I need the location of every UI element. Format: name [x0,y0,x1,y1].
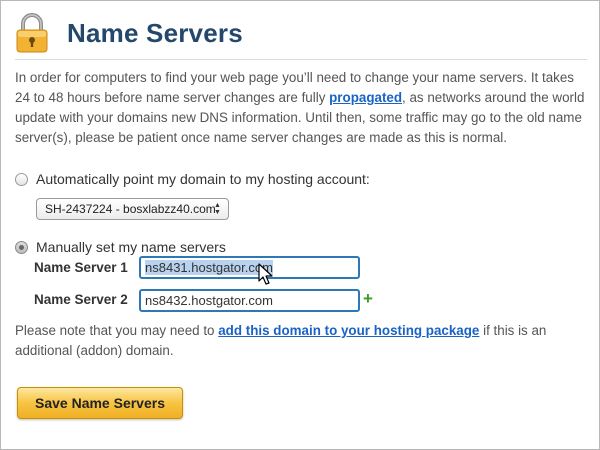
save-name-servers-button[interactable]: Save Name Servers [17,387,183,419]
addon-note: Please note that you may need to add thi… [15,321,593,361]
auto-point-radio[interactable] [15,173,28,186]
plus-icon[interactable]: + [363,290,373,307]
page-frame: Name Servers In order for computers to f… [0,0,600,450]
propagated-link[interactable]: propagated [329,90,402,105]
manual-ns-label: Manually set my name servers [36,239,226,255]
note-text-start: Please note that you may need to [15,323,219,338]
lock-icon [15,12,49,54]
page-title: Name Servers [67,17,243,48]
name-server-1-value: ns8431.hostgator.com [145,260,273,275]
intro-text: In order for computers to find your web … [15,68,591,148]
add-domain-link[interactable]: add this domain to your hosting package [218,323,479,338]
name-server-2-label: Name Server 2 [34,292,128,307]
auto-point-label: Automatically point my domain to my host… [36,171,370,187]
mouse-cursor-icon [258,263,274,287]
name-server-2-input[interactable]: ns8432.hostgator.com [139,289,360,312]
name-server-1-input[interactable]: ns8431.hostgator.com [139,256,360,279]
page-header: Name Servers [15,11,590,55]
divider [15,59,587,60]
name-server-1-label: Name Server 1 [34,260,128,275]
name-server-2-value: ns8432.hostgator.com [145,293,273,308]
select-arrows-icon: ▲ ▼ [214,202,221,216]
hosting-account-select-value: SH-2437224 - bosxlabzz40.com [45,202,216,216]
hosting-account-select[interactable]: SH-2437224 - bosxlabzz40.com ▲ ▼ [36,198,229,220]
manual-ns-radio[interactable] [15,241,28,254]
